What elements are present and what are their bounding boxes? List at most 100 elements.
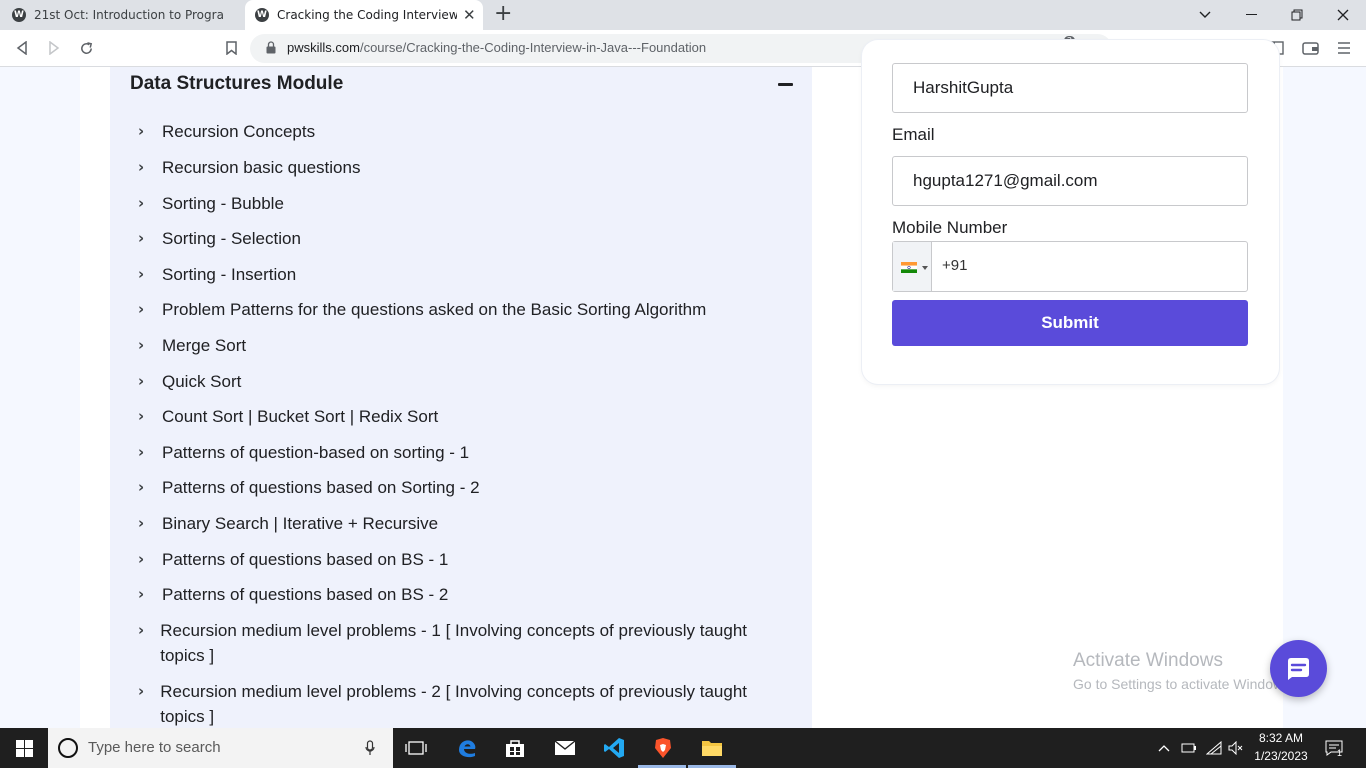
taskbar-search-box[interactable]: Type here to search xyxy=(48,728,393,768)
lesson-item[interactable]: › Merge Sort xyxy=(138,333,758,358)
windows-logo-icon xyxy=(15,739,33,757)
lesson-title: Patterns of questions based on BS - 1 xyxy=(162,550,449,569)
email-field[interactable]: hgupta1271@gmail.com xyxy=(892,156,1248,206)
chevron-right-icon: › xyxy=(138,550,145,568)
tab-cracking-coding-interview[interactable]: W Cracking the Coding Interview in Java … xyxy=(245,0,483,30)
close-window-button[interactable] xyxy=(1320,0,1366,30)
collapse-minus-icon[interactable] xyxy=(778,83,793,86)
minimize-button[interactable] xyxy=(1228,0,1274,30)
lesson-title: Sorting - Selection xyxy=(162,229,301,248)
clock-time[interactable]: 8:32 AM xyxy=(1250,731,1312,745)
lesson-item[interactable]: › Sorting - Insertion xyxy=(138,262,758,287)
lesson-item[interactable]: › Count Sort | Bucket Sort | Redix Sort xyxy=(138,404,758,429)
lesson-item[interactable]: › Recursion medium level problems - 1 [ I… xyxy=(138,618,758,668)
wallet-icon xyxy=(1301,42,1319,55)
lesson-title: Recursion medium level problems - 2 [ In… xyxy=(160,682,748,726)
clock-date[interactable]: 1/23/2023 xyxy=(1250,749,1312,763)
lesson-item[interactable]: › Patterns of question-based on sorting -… xyxy=(138,440,758,465)
chevron-right-icon: › xyxy=(138,478,145,496)
start-button[interactable] xyxy=(12,736,36,760)
lesson-item[interactable]: › Patterns of questions based on BS - 2 xyxy=(138,582,758,607)
caret-down-icon xyxy=(922,266,928,270)
mobile-number-field[interactable]: +91 xyxy=(892,241,1248,292)
file-explorer-app[interactable] xyxy=(700,736,724,760)
chevron-right-icon: › xyxy=(138,194,145,212)
dial-code: +91 xyxy=(942,257,968,274)
lesson-title: Count Sort | Bucket Sort | Redix Sort xyxy=(162,407,439,426)
lesson-title: Merge Sort xyxy=(162,336,247,355)
microphone-icon[interactable] xyxy=(365,740,375,756)
forward-button[interactable] xyxy=(42,37,66,59)
forward-icon xyxy=(49,41,60,55)
submit-button[interactable]: Submit xyxy=(892,300,1248,346)
brave-app[interactable] xyxy=(651,736,675,760)
lesson-title: Recursion medium level problems - 1 [ In… xyxy=(160,621,748,665)
store-app[interactable] xyxy=(503,736,527,760)
module-title[interactable]: Data Structures Module xyxy=(130,73,343,95)
tab-strip: W 21st Oct: Introduction to Programming … xyxy=(0,0,1366,30)
lesson-title: Recursion basic questions xyxy=(162,158,361,177)
edge-app[interactable] xyxy=(455,736,479,760)
lesson-item[interactable]: › Problem Patterns for the questions aske… xyxy=(138,297,758,322)
chevron-right-icon: › xyxy=(138,407,145,425)
search-circle-icon xyxy=(58,738,78,758)
restore-button[interactable] xyxy=(1274,0,1320,30)
hamburger-menu-icon xyxy=(1338,42,1350,54)
country-code-dropdown[interactable] xyxy=(893,242,932,291)
lesson-title: Sorting - Insertion xyxy=(162,265,297,284)
tab-intro-programming[interactable]: W 21st Oct: Introduction to Programming xyxy=(0,0,245,30)
lesson-item[interactable]: › Patterns of questions based on Sorting … xyxy=(138,475,758,500)
close-tab-icon[interactable]: ✕ xyxy=(463,7,476,23)
taskbar-search-placeholder: Type here to search xyxy=(88,739,221,756)
bookmark-button[interactable] xyxy=(219,37,243,59)
restore-icon xyxy=(1291,9,1303,21)
back-button[interactable] xyxy=(10,37,34,59)
battery-button[interactable] xyxy=(1177,736,1201,760)
chevron-right-icon: › xyxy=(138,265,145,283)
url-path: /course/Cracking-the-Coding-Interview-in… xyxy=(359,40,707,55)
speaker-muted-icon xyxy=(1228,741,1243,755)
india-flag-icon xyxy=(901,262,917,273)
action-center-button[interactable]: 1 xyxy=(1322,736,1346,760)
volume-button[interactable] xyxy=(1224,736,1248,760)
lesson-item[interactable]: › Recursion Concepts xyxy=(138,119,758,144)
bookmark-icon xyxy=(225,41,237,55)
battery-icon xyxy=(1181,743,1196,753)
url-host: pwskills.com xyxy=(287,40,360,55)
tab-title: 21st Oct: Introduction to Programming xyxy=(34,8,224,22)
new-tab-button[interactable]: + xyxy=(494,3,512,25)
name-field[interactable]: HarshitGupta xyxy=(892,63,1248,113)
activate-windows-subtitle: Go to Settings to activate Windows. xyxy=(1073,676,1294,692)
chevron-right-icon: › xyxy=(138,621,145,639)
mail-icon xyxy=(554,740,576,755)
lesson-item[interactable]: › Binary Search | Iterative + Recursive xyxy=(138,511,758,536)
lesson-item[interactable]: › Sorting - Bubble xyxy=(138,191,758,216)
reload-icon xyxy=(80,41,92,54)
vscode-app[interactable] xyxy=(602,736,626,760)
lesson-item[interactable]: › Recursion medium level problems - 2 [ I… xyxy=(138,679,758,729)
lesson-item[interactable]: › Patterns of questions based on BS - 1 xyxy=(138,547,758,572)
chevron-right-icon: › xyxy=(138,300,145,318)
lesson-item[interactable]: › Recursion basic questions xyxy=(138,155,758,180)
activate-windows-title: Activate Windows xyxy=(1073,650,1223,671)
chevron-right-icon: › xyxy=(138,443,145,461)
lesson-item[interactable]: › Quick Sort xyxy=(138,369,758,394)
chevron-right-icon: › xyxy=(138,372,145,390)
chevron-right-icon: › xyxy=(138,122,145,140)
task-view-button[interactable] xyxy=(404,736,428,760)
task-view-icon xyxy=(405,741,427,755)
network-button[interactable] xyxy=(1202,736,1226,760)
folder-icon xyxy=(702,741,722,756)
reload-button[interactable] xyxy=(74,37,98,59)
mail-app[interactable] xyxy=(553,736,577,760)
chevron-right-icon: › xyxy=(138,682,145,700)
wallet-button[interactable] xyxy=(1298,37,1322,59)
lesson-item[interactable]: › Sorting - Selection xyxy=(138,226,758,251)
menu-button[interactable] xyxy=(1332,37,1356,59)
url-text: pwskills.com/course/Cracking-the-Coding-… xyxy=(287,40,706,55)
chevron-right-icon: › xyxy=(138,229,145,247)
chat-button[interactable] xyxy=(1270,640,1327,697)
tab-search-button[interactable] xyxy=(1182,0,1228,30)
edge-icon xyxy=(459,740,476,758)
show-hidden-icons-button[interactable] xyxy=(1152,736,1176,760)
